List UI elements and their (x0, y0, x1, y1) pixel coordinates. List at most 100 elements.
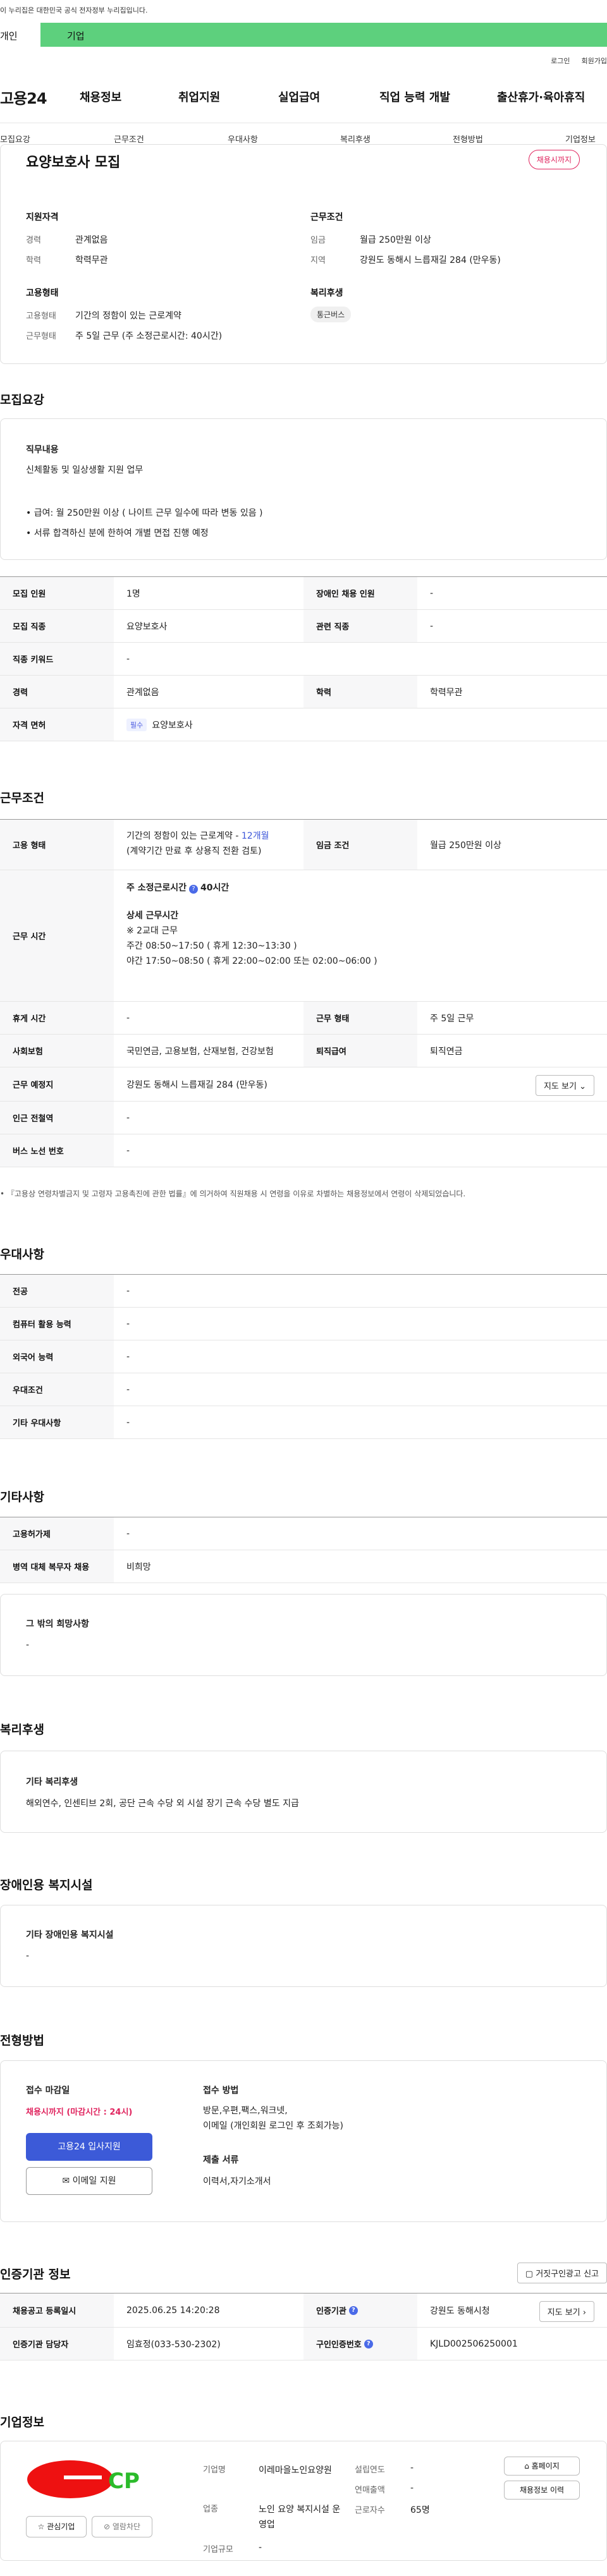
svg-text:CP: CP (108, 2469, 140, 2494)
apply-button[interactable]: 고용24 입사지원 (26, 2133, 152, 2161)
chevron-right-icon: › (582, 2308, 586, 2318)
subnav-company[interactable]: 기업정보 (565, 133, 596, 145)
table-header-cell: 자격 면허 (0, 708, 114, 741)
table-header-cell: 근무 예정지 (0, 1067, 114, 1101)
map-button[interactable]: 지도 보기 ⌄ (535, 1075, 594, 1096)
table-cell: 주 소정근로시간? 40시간 상세 근무시간 ※ 2교대 근무 주간 08:50~… (126, 883, 377, 966)
conditions-heading: 근무조건 (0, 791, 44, 805)
subnav-preference[interactable]: 우대사항 (228, 133, 258, 145)
cert-heading: 인증기관 정보 (0, 2268, 71, 2281)
email-apply-button[interactable]: ✉ 이메일 지원 (26, 2167, 152, 2195)
table-header-cell: 퇴직급여 (304, 1035, 417, 1067)
table-header-cell: 학력 (304, 676, 417, 708)
homepage-button[interactable]: ⌂ 홈페이지 (504, 2457, 580, 2476)
table-cell: 퇴직연금 (430, 1046, 463, 1057)
table-header-cell: 경력 (0, 676, 114, 708)
table-cell: 관계없음 (126, 687, 159, 698)
block-company-button[interactable]: ⊘ 열람차단 (92, 2516, 152, 2537)
table-row: 고용허가제 - (0, 1517, 607, 1550)
cert-map-button[interactable]: 지도 보기 › (539, 2301, 594, 2322)
disabled-box: 기타 장애인용 복지시설 - (0, 1905, 607, 1987)
help-icon[interactable]: ? (189, 885, 199, 894)
table-header-cell: 고용 형태 (0, 820, 114, 870)
welfare-title: 복리후생 (310, 288, 343, 298)
deadline-text: 채용시까지 (마감시간 : 24시) (26, 2108, 133, 2117)
job-summary-card: 요양보호사 모집 채용시까지 지원자격 경력 관계없음 학력 학력무관 근무조건 임… (0, 144, 607, 364)
table-header-cell: 구인인증번호? (304, 2328, 417, 2360)
conditions-table: 고용 형태 기간의 정함이 있는 근로계약 - 12개월 (계약기간 만료 후 상… (0, 819, 607, 1167)
subnav-conditions[interactable]: 근무조건 (114, 133, 144, 145)
required-tag: 필수 (126, 718, 147, 731)
table-row: 병역 대체 복무자 채용 비희망 (0, 1550, 607, 1583)
gnb-item-training[interactable]: 직업 능력 개발 (379, 88, 450, 105)
summary-exp: 경력 관계없음 (26, 235, 108, 245)
table-row: 휴게 시간 - 근무 형태 주 5일 근무 (0, 1002, 607, 1035)
subnav-selection[interactable]: 전형방법 (453, 133, 483, 145)
help-icon[interactable]: ? (364, 2339, 373, 2348)
table-header-cell: 기타 우대사항 (0, 1406, 114, 1438)
table-header-cell: 채용공고 등록일시 (0, 2293, 114, 2327)
duty-bullet-2: • 서류 합격하신 분에 한하여 개별 면접 진행 예정 (26, 528, 209, 538)
gnb-item-benefit[interactable]: 실업급여 (278, 88, 320, 105)
welfare-heading: 복리후생 (0, 1723, 44, 1737)
table-row: 직종 키워드 - (0, 643, 607, 676)
company-card: CP ☆ 관심기업 ⊘ 열람차단 기업명 이레마을노인요양원 업종 노인 요양 … (0, 2441, 607, 2561)
duty-text: 신체활동 및 일상생활 지원 업무 (26, 465, 144, 475)
table-cell: - (126, 1528, 130, 1539)
table-row: 외국어 능력 - (0, 1340, 607, 1373)
table-header-cell: 모집 인원 (0, 577, 114, 609)
tab-company[interactable]: 기업 (40, 23, 607, 47)
report-button[interactable]: ▢ 거짓구인광고 신고 (517, 2263, 607, 2283)
table-row: 전공 - (0, 1275, 607, 1308)
help-icon[interactable]: ? (348, 2306, 358, 2315)
company-heading: 기업정보 (0, 2415, 44, 2429)
table-cell: - (126, 1417, 130, 1428)
mail-icon: ✉ (62, 2176, 70, 2186)
table-row: 인근 전철역 - (0, 1102, 607, 1134)
table-cell: - (126, 1145, 130, 1156)
tab-personal[interactable]: 개인 (0, 23, 40, 47)
table-cell: 비희망 (126, 1562, 151, 1572)
login-link[interactable]: 로그인 (551, 57, 570, 65)
table-cell: - (126, 1351, 130, 1362)
logo[interactable]: 고용24 (0, 86, 47, 108)
table-cell: 요양보호사 (126, 621, 168, 632)
deadline-badge: 채용시까지 (528, 150, 580, 169)
recruit-table: 모집 인원 1명 장애인 채용 인원 - 모집 직종 요양보호사 관련 직종 - 직종 키워… (0, 576, 607, 741)
gnb-item-support[interactable]: 취업지원 (178, 88, 220, 105)
job-history-button[interactable]: 채용정보 이력 (504, 2481, 580, 2500)
company-logo: CP (26, 2457, 152, 2502)
table-cell: 2025.06.25 14:20:28 (126, 2305, 220, 2316)
pref-table: 전공 - 컴퓨터 활용 능력 - 외국어 능력 - 우대조건 - 기타 우대사항 - (0, 1274, 607, 1439)
pref-heading: 우대사항 (0, 1248, 44, 1261)
table-header-cell: 직종 키워드 (0, 643, 114, 675)
duty-card: 직무내용 신체활동 및 일상생활 지원 업무 • 급여: 월 250만원 이상 … (0, 418, 607, 560)
table-row: 사회보험 국민연금, 고용보험, 산재보험, 건강보험 퇴직급여 퇴직연금 (0, 1035, 607, 1067)
table-header-cell: 전공 (0, 1275, 114, 1307)
table-cell: - (126, 1318, 130, 1329)
table-row: 모집 인원 1명 장애인 채용 인원 - (0, 577, 607, 610)
summary-area: 지역 강원도 동해시 느릅재길 284 (만우동) (310, 255, 501, 265)
table-row: 컴퓨터 활용 능력 - (0, 1308, 607, 1340)
join-link[interactable]: 회원가입 (582, 57, 607, 65)
table-row: 우대조건 - (0, 1373, 607, 1406)
table-header-cell: 외국어 능력 (0, 1340, 114, 1373)
table-header-cell: 인증기관 담당자 (0, 2328, 114, 2360)
table-cell: - (126, 1112, 130, 1123)
selection-card: 접수 마감일 채용시까지 (마감시간 : 24시) 고용24 입사지원 ✉ 이메… (0, 2060, 607, 2222)
gnb-item-jobs[interactable]: 채용정보 (80, 88, 121, 105)
subnav-recruit[interactable]: 모집요강 (0, 133, 30, 145)
table-cell: - (126, 1285, 130, 1296)
subnav-welfare[interactable]: 복리후생 (340, 133, 371, 145)
support-title: 지원자격 (26, 212, 59, 222)
table-row: 자격 면허 필수 요양보호사 (0, 708, 607, 741)
table-cell: - (430, 588, 434, 598)
summary-worktype: 근무형태 주 5일 근무 (주 소정근로시간: 40시간) (26, 331, 223, 341)
gnb-item-leave[interactable]: 출산휴가·육아휴직 (497, 88, 585, 105)
fav-company-button[interactable]: ☆ 관심기업 (26, 2516, 87, 2537)
disabled-heading: 장애인용 복지시설 (0, 1878, 93, 1892)
company-name: 이레마을노인요양원 (259, 2465, 332, 2476)
table-header-cell: 근무 형태 (304, 1002, 417, 1034)
table-header-cell: 휴게 시간 (0, 1002, 114, 1034)
table-header-cell: 관련 직종 (304, 610, 417, 642)
